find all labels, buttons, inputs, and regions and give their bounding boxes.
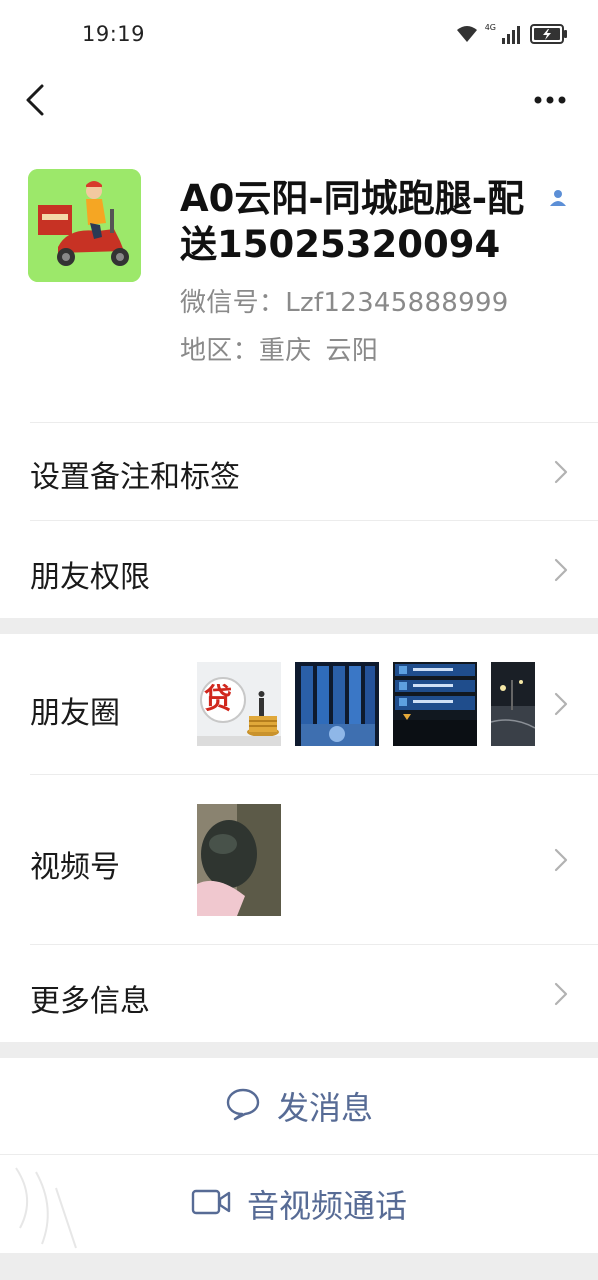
profile-header: A0云阳-同城跑腿-配送15025320094 微信号：Lzf123458889… — [0, 140, 598, 422]
nav-bar — [0, 62, 598, 140]
video-camera-icon — [191, 1188, 231, 1220]
moments-thumbnail — [295, 662, 379, 746]
chat-bubble-icon — [225, 1087, 261, 1125]
more-info-row[interactable]: 更多信息 — [0, 944, 598, 1042]
watermark — [6, 1158, 86, 1258]
more-info-label: 更多信息 — [30, 984, 150, 1019]
back-icon[interactable] — [22, 80, 50, 120]
remark-tags-row[interactable]: 设置备注和标签 — [0, 422, 598, 520]
av-call-label: 音视频通话 — [246, 1187, 407, 1225]
wechat-id: 微信号：Lzf12345888999 — [180, 288, 509, 318]
friend-permission-row[interactable]: 朋友权限 — [0, 520, 598, 618]
chevron-right-icon — [554, 692, 568, 716]
display-name: A0云阳-同城跑腿-配送15025320094 — [180, 177, 525, 266]
moments-label: 朋友圈 — [30, 696, 120, 731]
contact-badge-icon — [548, 188, 568, 208]
signal-icon — [502, 24, 524, 44]
av-call-button[interactable]: 音视频通话 — [0, 1155, 598, 1253]
region-province: 地区：重庆 — [180, 336, 312, 366]
send-message-label: 发消息 — [276, 1089, 373, 1127]
status-time: 19:19 — [82, 22, 146, 46]
moments-thumbnail — [491, 662, 535, 746]
channels-thumbnail — [197, 804, 281, 916]
chevron-right-icon — [554, 460, 568, 484]
moments-thumbnail — [393, 662, 477, 746]
battery-icon — [530, 23, 568, 45]
network-type: 4G — [484, 22, 496, 32]
wifi-icon — [455, 24, 479, 44]
chevron-right-icon — [554, 848, 568, 872]
status-icons: 4G — [455, 20, 568, 48]
channels-row[interactable]: 视频号 — [0, 774, 598, 944]
avatar[interactable] — [28, 169, 141, 282]
more-icon[interactable] — [530, 88, 570, 112]
send-message-button[interactable]: 发消息 — [0, 1058, 598, 1154]
friend-permission-label: 朋友权限 — [30, 560, 150, 595]
moments-thumbnail: 贷 — [197, 662, 281, 746]
status-bar: 19:19 4G — [0, 0, 598, 62]
content-group: 朋友圈 贷 视频号 更多信息 — [0, 634, 598, 1042]
moments-row[interactable]: 朋友圈 贷 — [0, 634, 598, 774]
chevron-right-icon — [554, 558, 568, 582]
settings-group: 设置备注和标签 朋友权限 — [0, 422, 598, 618]
remark-tags-label: 设置备注和标签 — [30, 460, 240, 495]
chevron-right-icon — [554, 982, 568, 1006]
region-city: 云阳 — [325, 336, 379, 366]
moments-thumbnail-text: 贷 — [204, 682, 233, 715]
channels-label: 视频号 — [30, 850, 120, 885]
region: 地区：重庆 云阳 — [180, 330, 378, 367]
